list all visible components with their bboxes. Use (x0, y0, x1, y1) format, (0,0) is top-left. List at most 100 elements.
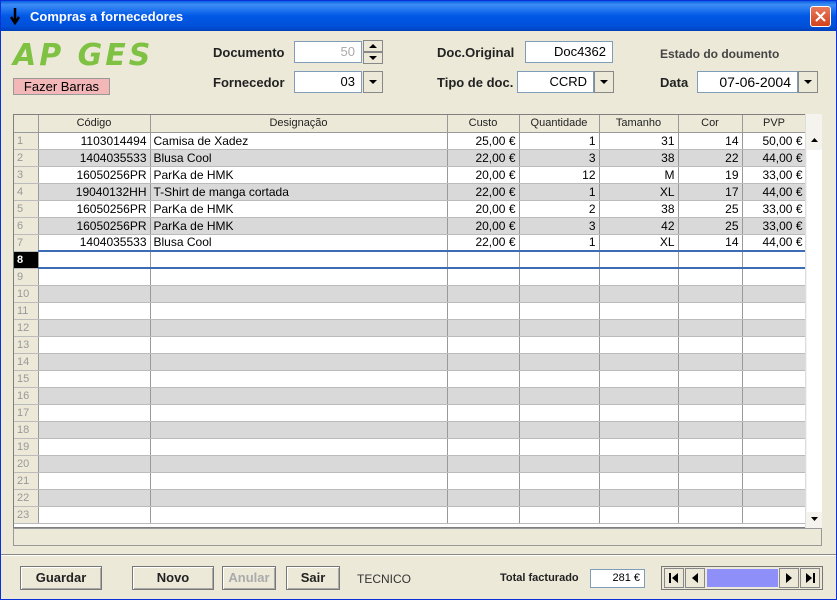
table-cell[interactable] (38, 250, 151, 269)
table-cell[interactable] (519, 268, 600, 286)
table-cell[interactable] (447, 489, 520, 507)
table-cell[interactable] (519, 455, 600, 473)
table-cell[interactable] (519, 336, 600, 354)
table-cell[interactable]: 42 (599, 217, 679, 235)
scroll-thumb[interactable] (807, 150, 822, 512)
table-cell[interactable] (447, 370, 520, 388)
data-dropdown-button[interactable] (798, 71, 818, 93)
table-cell[interactable] (447, 319, 520, 337)
table-row[interactable]: 12 (14, 319, 814, 337)
table-cell[interactable]: 2 (519, 200, 600, 218)
table-cell[interactable] (38, 404, 151, 422)
table-cell[interactable]: 20,00 € (447, 200, 520, 218)
table-cell[interactable] (38, 268, 151, 286)
table-cell[interactable] (447, 455, 520, 473)
table-cell[interactable]: Camisa de Xadez (150, 132, 448, 150)
table-cell[interactable] (742, 387, 807, 405)
table-row[interactable]: 20 (14, 455, 814, 473)
table-cell[interactable] (742, 489, 807, 507)
table-cell[interactable]: 20,00 € (447, 166, 520, 184)
table-cell[interactable]: 25,00 € (447, 132, 520, 150)
table-cell[interactable] (678, 455, 743, 473)
table-cell[interactable] (599, 438, 679, 456)
table-cell[interactable]: 44,00 € (742, 234, 807, 252)
table-cell[interactable]: ParKa de HMK (150, 217, 448, 235)
table-row[interactable]: 22 (14, 489, 814, 507)
table-cell[interactable] (599, 489, 679, 507)
next-record-button[interactable] (779, 568, 799, 588)
table-cell[interactable]: XL (599, 234, 679, 252)
table-row[interactable]: 9 (14, 268, 814, 286)
table-cell[interactable] (599, 421, 679, 439)
fazer-barras-button[interactable]: Fazer Barras (13, 78, 110, 95)
table-cell[interactable] (38, 353, 151, 371)
table-cell[interactable] (519, 250, 600, 269)
table-cell[interactable] (519, 302, 600, 320)
table-cell[interactable]: 25 (678, 200, 743, 218)
table-cell[interactable]: 33,00 € (742, 166, 807, 184)
table-cell[interactable] (742, 250, 807, 269)
table-cell[interactable] (447, 404, 520, 422)
table-cell[interactable] (599, 302, 679, 320)
table-row[interactable]: 11 (14, 302, 814, 320)
table-cell[interactable]: 22,00 € (447, 234, 520, 252)
table-cell[interactable] (599, 353, 679, 371)
table-cell[interactable]: 14 (678, 234, 743, 252)
table-cell[interactable]: 38 (599, 200, 679, 218)
table-cell[interactable] (742, 455, 807, 473)
table-cell[interactable] (38, 489, 151, 507)
table-cell[interactable] (150, 336, 448, 354)
table-cell[interactable] (150, 472, 448, 490)
table-cell[interactable] (38, 438, 151, 456)
table-cell[interactable] (150, 285, 448, 303)
table-cell[interactable]: 20,00 € (447, 217, 520, 235)
table-cell[interactable] (599, 472, 679, 490)
table-cell[interactable] (519, 404, 600, 422)
table-cell[interactable] (678, 421, 743, 439)
table-cell[interactable] (447, 438, 520, 456)
table-cell[interactable] (678, 404, 743, 422)
table-cell[interactable] (150, 455, 448, 473)
table-cell[interactable] (519, 285, 600, 303)
table-cell[interactable] (38, 387, 151, 405)
table-cell[interactable] (678, 370, 743, 388)
table-cell[interactable] (447, 302, 520, 320)
first-record-button[interactable] (664, 568, 684, 588)
table-cell[interactable] (447, 336, 520, 354)
table-cell[interactable]: M (599, 166, 679, 184)
table-cell[interactable] (742, 336, 807, 354)
table-cell[interactable] (678, 268, 743, 286)
table-cell[interactable] (447, 421, 520, 439)
table-cell[interactable]: Blusa Cool (150, 234, 448, 252)
table-cell[interactable] (150, 268, 448, 286)
last-record-button[interactable] (800, 568, 820, 588)
table-cell[interactable] (38, 455, 151, 473)
novo-button[interactable]: Novo (132, 566, 214, 590)
table-cell[interactable] (599, 285, 679, 303)
table-cell[interactable]: 19 (678, 166, 743, 184)
table-cell[interactable]: 1404035533 (38, 149, 151, 167)
table-cell[interactable]: 33,00 € (742, 217, 807, 235)
table-cell[interactable] (447, 506, 520, 524)
table-cell[interactable] (678, 387, 743, 405)
table-row[interactable]: 7 1404035533 Blusa Cool 22,00 €1 XL 14 44,00 € (14, 234, 814, 252)
table-cell[interactable] (599, 268, 679, 286)
table-cell[interactable]: 16050256PR (38, 166, 151, 184)
table-cell[interactable]: 14 (678, 132, 743, 150)
column-header[interactable]: Tamanho (599, 115, 679, 133)
table-row[interactable]: 18 (14, 421, 814, 439)
table-cell[interactable] (150, 404, 448, 422)
table-row[interactable]: 3 16050256PR ParKa de HMK 20,00 €12 M 19 33,00… (14, 166, 814, 184)
table-cell[interactable]: 1 (519, 132, 600, 150)
table-cell[interactable]: 1 (519, 183, 600, 201)
table-cell[interactable]: Blusa Cool (150, 149, 448, 167)
table-cell[interactable] (519, 387, 600, 405)
table-row[interactable]: 23 (14, 506, 814, 524)
table-cell[interactable]: T-Shirt de manga cortada (150, 183, 448, 201)
table-row[interactable]: 1 1103014494 Camisa de Xadez 25,00 €1 31 14 50… (14, 132, 814, 150)
table-cell[interactable] (150, 302, 448, 320)
table-cell[interactable] (150, 353, 448, 371)
table-cell[interactable]: 33,00 € (742, 200, 807, 218)
table-cell[interactable] (519, 353, 600, 371)
table-cell[interactable] (150, 438, 448, 456)
